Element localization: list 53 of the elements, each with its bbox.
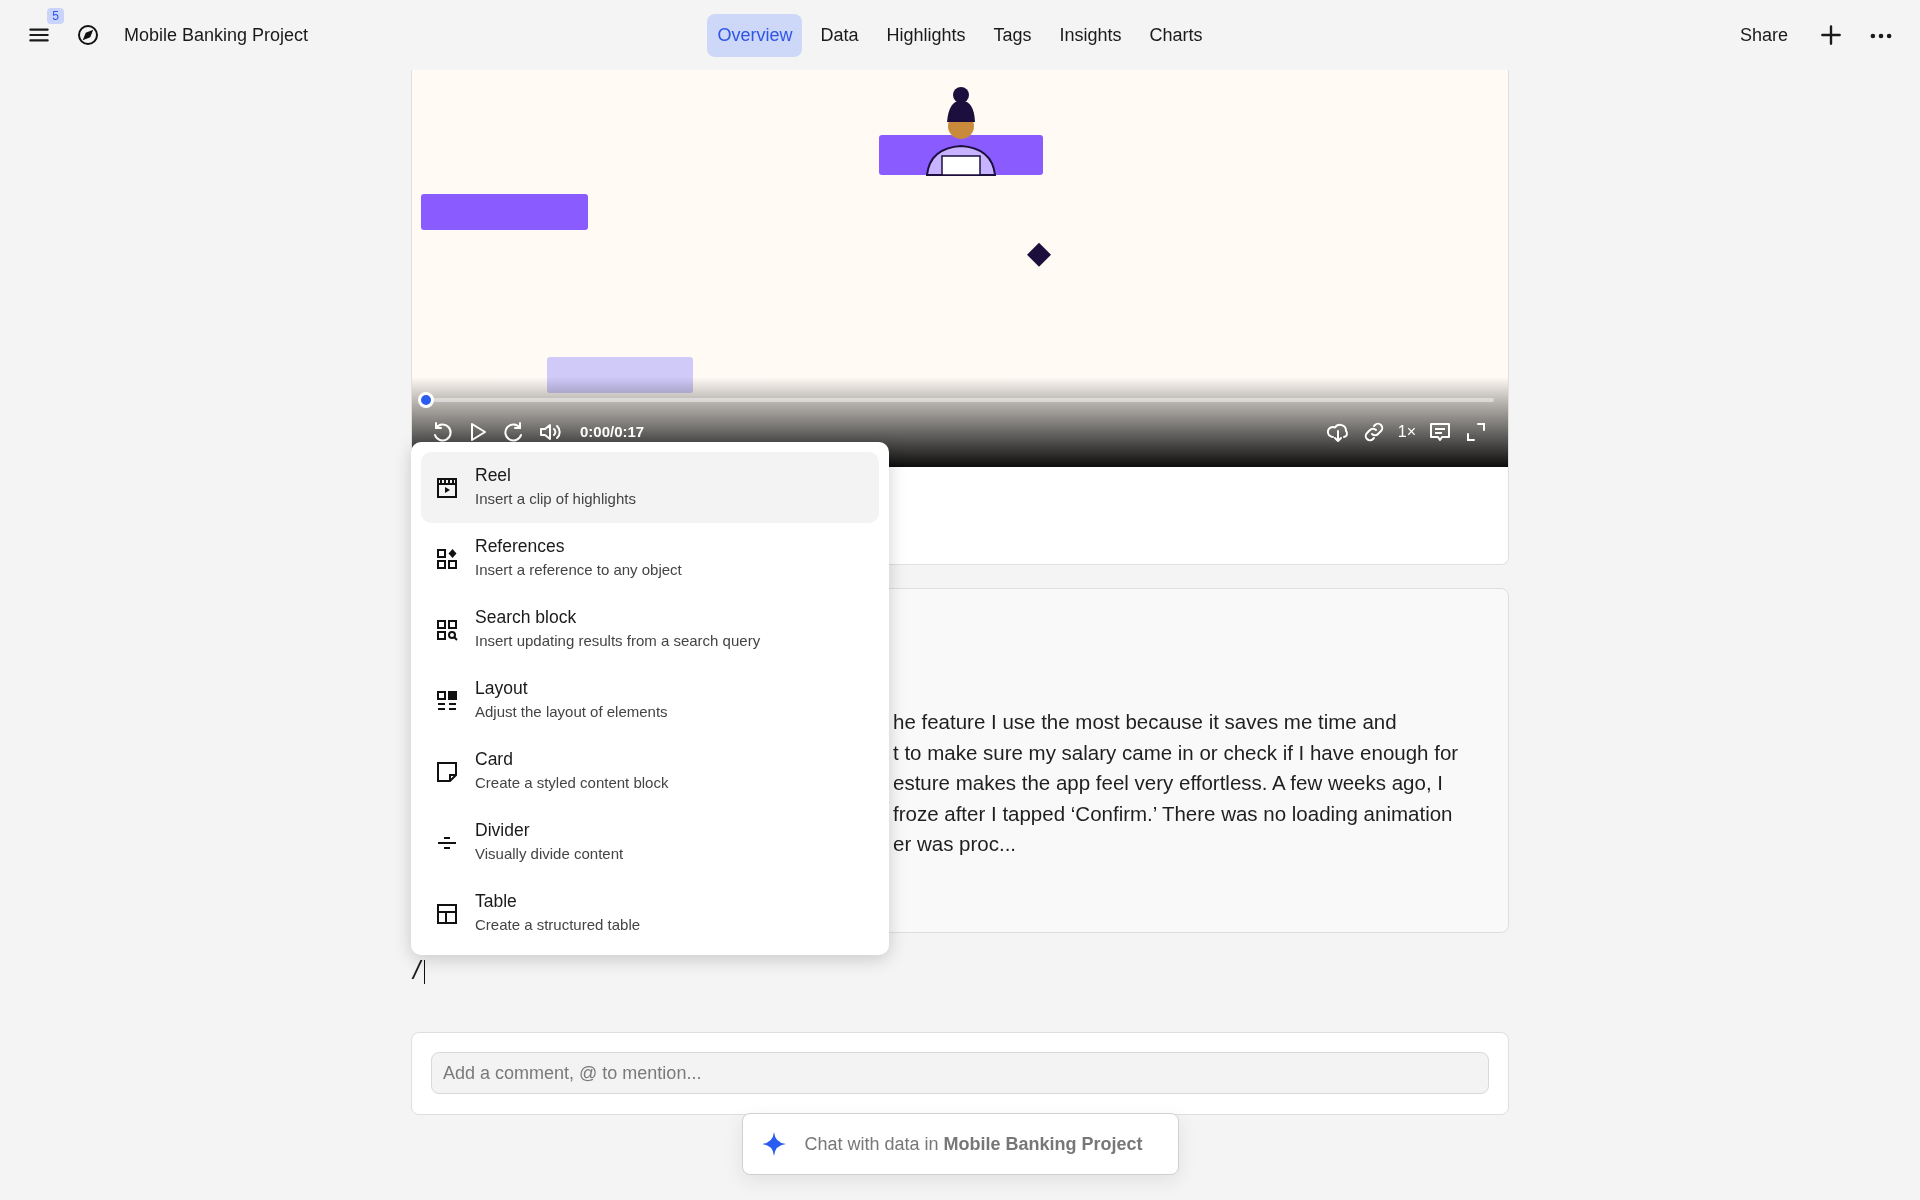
clapper-icon: [435, 476, 459, 500]
item-title: Reel: [475, 464, 512, 487]
item-title: Card: [475, 748, 514, 771]
menu-item[interactable]: Divider Visually divide content: [421, 807, 879, 878]
menu-item[interactable]: Reel Insert a clip of highlights: [421, 452, 879, 523]
menu-item[interactable]: Card Create a styled content block: [421, 736, 879, 807]
transcript-line: er was proc...: [893, 831, 1018, 858]
nav-tab[interactable]: Tags: [983, 13, 1042, 57]
nav-tab[interactable]: Data: [810, 13, 869, 57]
note-icon: [435, 760, 459, 784]
item-description: Visually divide content: [475, 844, 624, 864]
more-icon: [1870, 32, 1892, 39]
item-title: Table: [475, 890, 518, 913]
nav-tab[interactable]: Overview: [707, 13, 803, 57]
layout-icon: [435, 689, 459, 713]
table-icon: [435, 902, 459, 926]
menu-item[interactable]: Layout Adjust the layout of elements: [421, 665, 879, 736]
item-description: Create a styled content block: [475, 773, 669, 793]
share-button[interactable]: Share: [1733, 20, 1794, 50]
menu-item[interactable]: References Insert a reference to any object: [421, 523, 879, 594]
slash-input[interactable]: /: [411, 955, 426, 985]
time-readout: 0:00/0:17: [580, 421, 645, 442]
grid-search-icon: [435, 618, 459, 642]
item-description: Adjust the layout of elements: [475, 702, 668, 722]
chat-prompt: Chat with data in Mobile Banking Project: [804, 1132, 1143, 1156]
item-description: Insert a clip of highlights: [475, 489, 636, 509]
item-title: Divider: [475, 819, 531, 842]
transcript-line: t to make sure my salary came in or check if I have enough for: [893, 739, 1460, 766]
item-title: Layout: [475, 677, 529, 700]
grid-diamond-icon: [435, 547, 459, 571]
menu-item[interactable]: Table Create a structured table: [421, 878, 879, 949]
nav-tab[interactable]: Insights: [1049, 13, 1132, 57]
project-title: Mobile Banking Project: [124, 23, 309, 47]
nav-tab[interactable]: Charts: [1139, 13, 1213, 57]
notification-badge: 5: [47, 8, 64, 24]
transcript-line: esture makes the app feel very effortless. A few weeks ago, I: [893, 770, 1444, 797]
plus-button[interactable]: [1818, 22, 1844, 48]
menu-item[interactable]: Search block Insert updating results from a search query: [421, 594, 879, 665]
item-title: References: [475, 535, 566, 558]
speed-button[interactable]: 1×: [1397, 420, 1416, 444]
comment-field[interactable]: Add a comment, @ to mention...: [431, 1052, 1489, 1094]
progress-track[interactable]: [418, 392, 1494, 408]
transcript-line: he feature I use the most because it saves me time and: [893, 709, 1398, 735]
captions-button[interactable]: [1428, 420, 1452, 444]
item-description: Insert updating results from a search query: [475, 631, 761, 651]
fullscreen-button[interactable]: [1464, 420, 1488, 444]
item-title: Search block: [475, 606, 578, 629]
item-description: Create a structured table: [475, 915, 641, 935]
chat-button[interactable]: Chat with data in Mobile Banking Project: [741, 1113, 1179, 1175]
item-description: Insert a reference to any object: [475, 560, 682, 580]
compass-icon: [76, 23, 100, 47]
nav-tab[interactable]: Highlights: [876, 13, 976, 57]
transcript-line: froze after I tapped ‘Confirm.’ There was no loading animation: [893, 800, 1454, 827]
